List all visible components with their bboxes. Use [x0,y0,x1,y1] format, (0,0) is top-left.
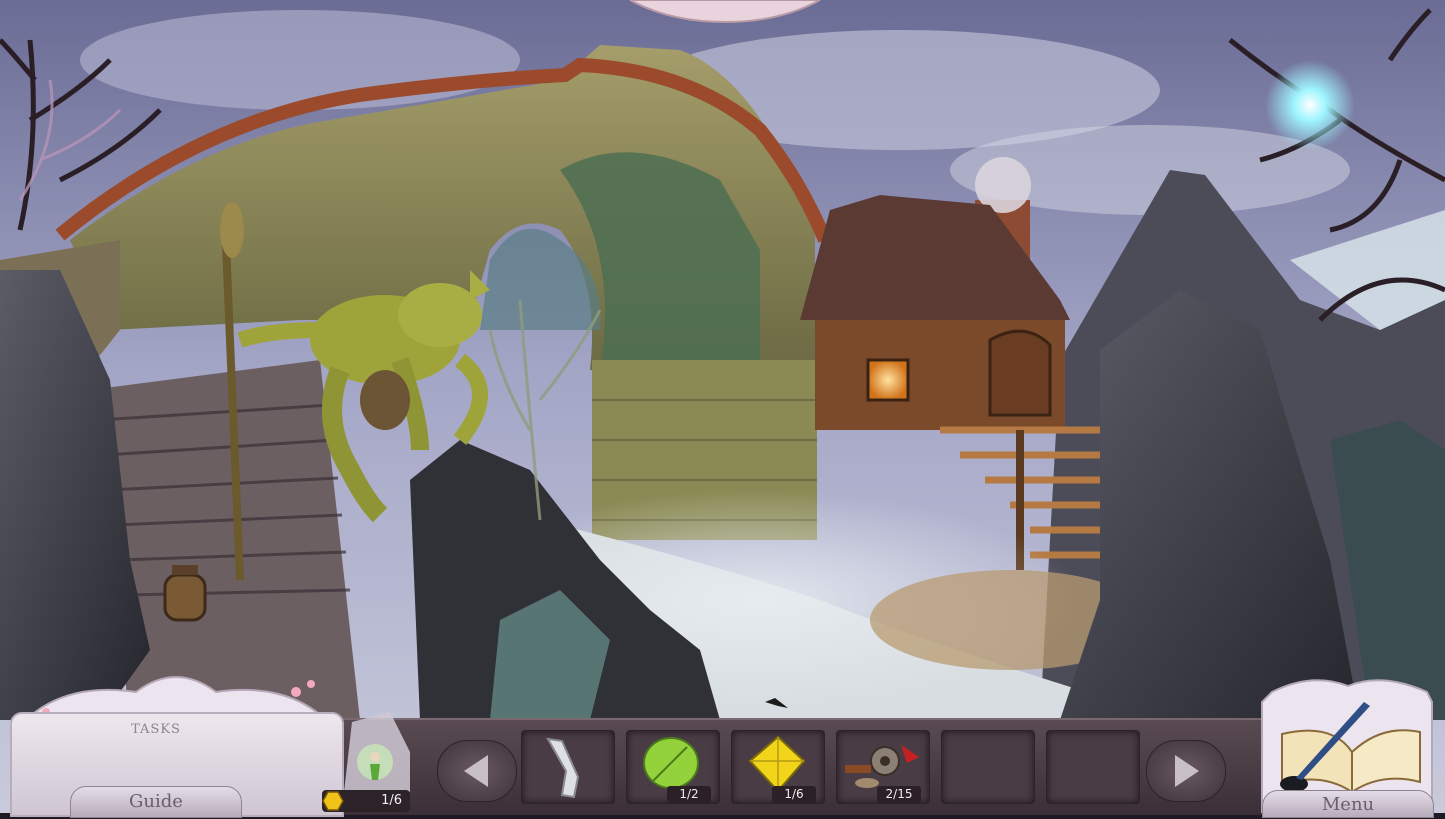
tasks-panel: TASKS Guide [6,662,346,818]
inventory-next-button[interactable] [1146,740,1226,802]
menu-button[interactable]: Menu [1262,790,1434,818]
inventory-prev-button[interactable] [437,740,517,802]
guide-button[interactable]: Guide [70,786,242,818]
menu-panel: Menu [1252,672,1445,818]
arrow-left-icon [464,755,488,787]
item-count: 1/6 [772,786,816,803]
hexagon-gem-icon [322,791,344,811]
inventory-slot[interactable]: 2/15 [836,730,930,804]
inventory-slot[interactable] [1046,730,1140,804]
inventory-slot[interactable]: 1/2 [626,730,720,804]
inventory-slot[interactable]: 1/6 [731,730,825,804]
hint-count-text: 1/6 [381,793,402,808]
stone-shard-icon [546,737,580,799]
tasks-title: TASKS [131,722,181,737]
fairy-icon [344,712,410,792]
item-count: 1/2 [667,786,711,803]
inventory-slot[interactable] [521,730,615,804]
inventory-slot[interactable] [941,730,1035,804]
hint-counter: 1/6 [322,790,410,812]
arrow-right-icon [1175,755,1199,787]
fairy-light[interactable] [1265,60,1355,150]
item-count: 2/15 [877,786,921,803]
